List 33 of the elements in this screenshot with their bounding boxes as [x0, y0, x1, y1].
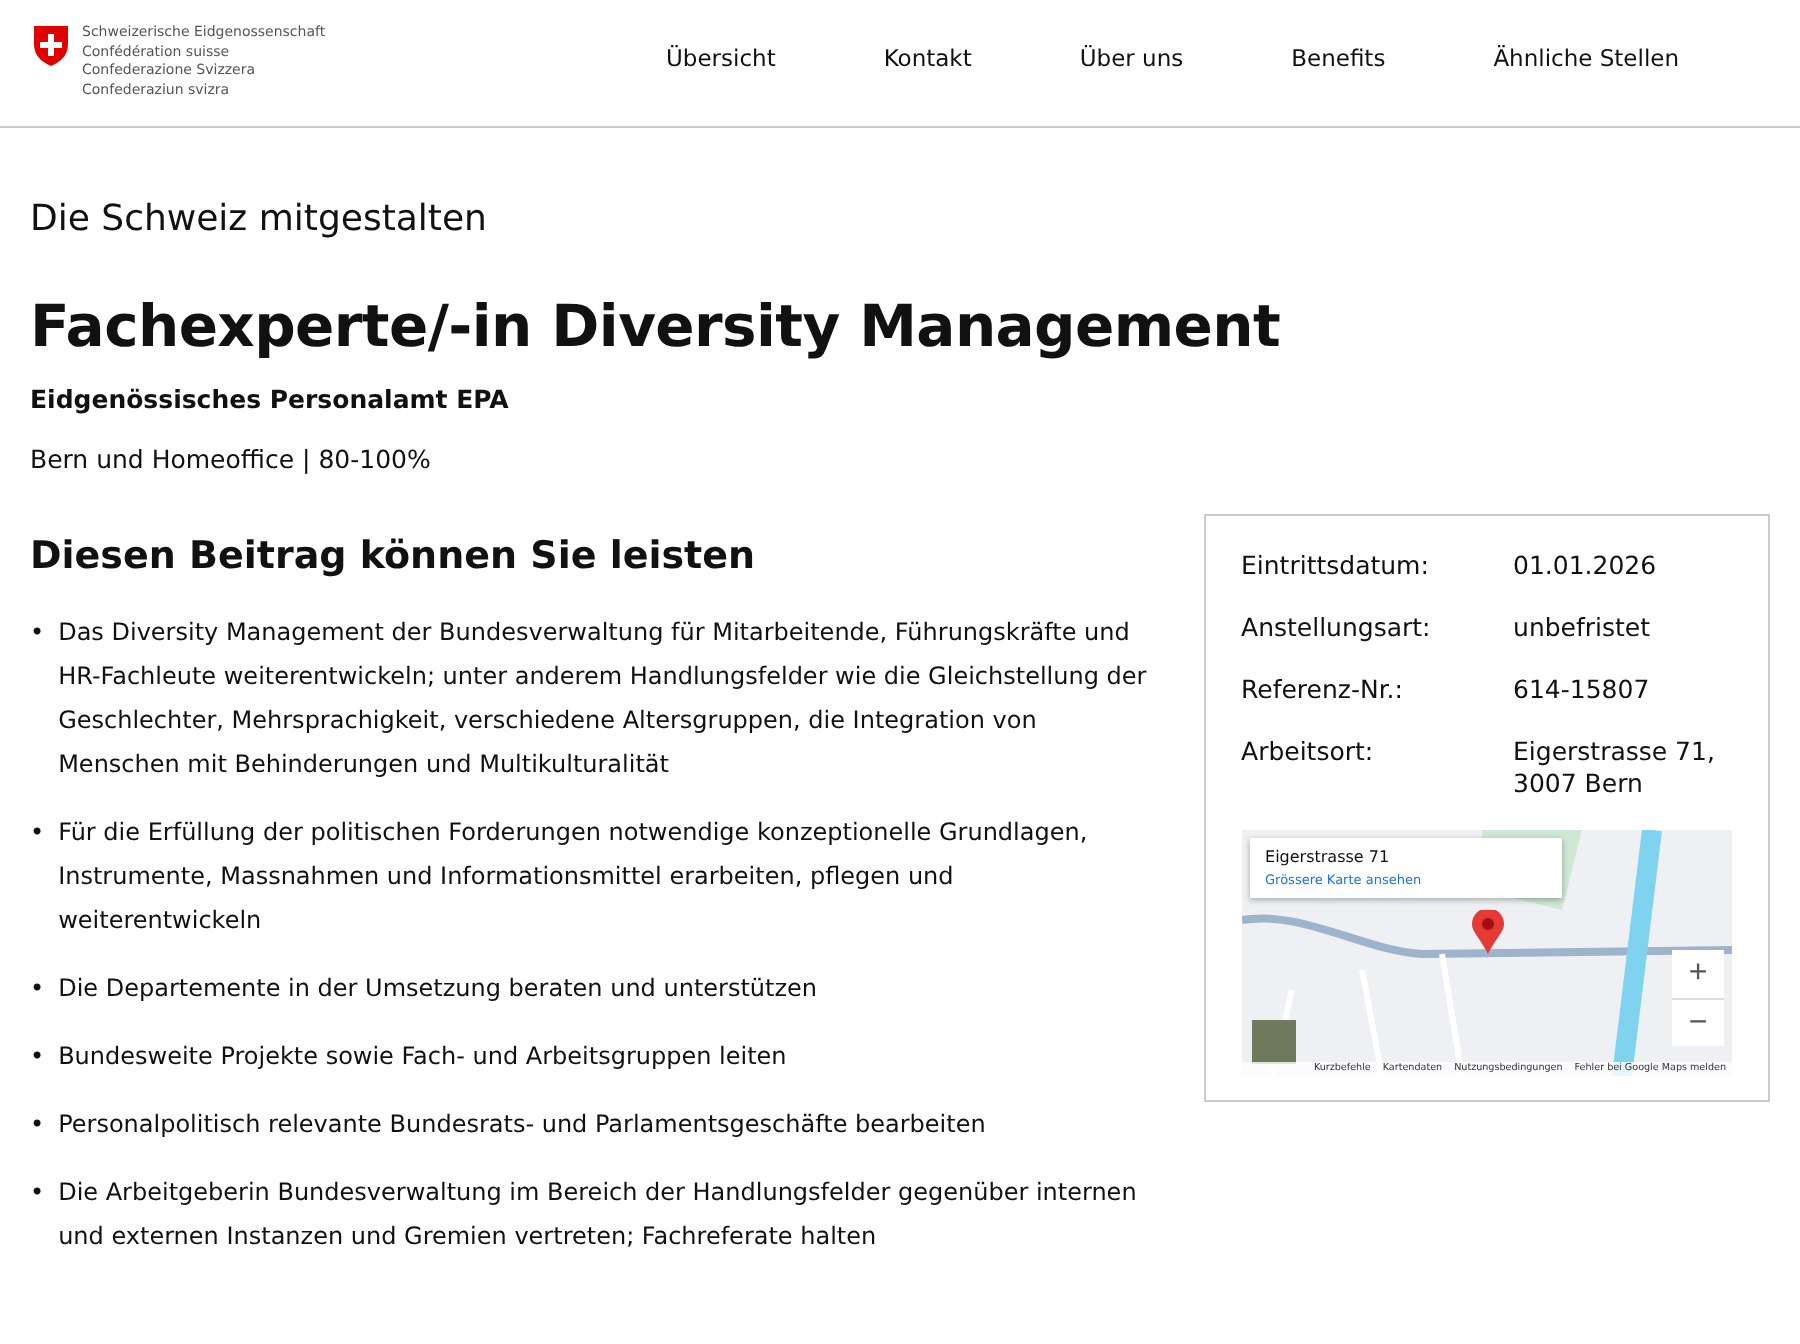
fact-label: Arbeitsort: [1241, 736, 1376, 770]
job-location: Bern und Homeoffice | 80-100% [30, 444, 433, 474]
map-pin-icon [1471, 910, 1504, 954]
fact-label: Anstellungsart: [1241, 612, 1433, 644]
fact-label: Referenz-Nr.: [1241, 674, 1405, 706]
bullet-text: Bundesweite Projekte sowie Fach- und Arbeitsgruppen leiten [58, 1040, 787, 1074]
job-title: Fachexperte/-in Diversity Management [30, 292, 1283, 360]
bullet-marker: • [30, 1108, 45, 1142]
fact-value: Eigerstrasse 71, 3007 Bern [1513, 736, 1717, 800]
employer-name: Eidgenössisches Personalamt EPA [30, 384, 511, 414]
bullet-marker: • [30, 1040, 45, 1074]
section-heading: Diesen Beitrag können Sie leisten [30, 534, 758, 578]
page-kicker: Die Schweiz mitgestalten [30, 198, 489, 240]
fact-value: 614-15807 [1513, 674, 1652, 706]
nav-link[interactable]: Benefits [1237, 44, 1440, 72]
bullet-marker: • [30, 616, 45, 650]
bullet-text: Personalpolitisch relevante Bundesrats- und Parlamentsgeschäfte bearbeiten [58, 1108, 986, 1142]
nav-link[interactable]: Übersicht [612, 44, 830, 72]
nav-link[interactable]: Kontakt [829, 44, 1026, 72]
nav-link[interactable]: Über uns [1025, 44, 1238, 72]
bullet-marker: • [30, 816, 45, 850]
bullet-text: Für die Erfüllung der politischen Forderungen notwendige konzeptionelle Grundlagen, Instrumente, Massnahmen und Informationsmittel erarbeiten, pflegen und weiterentwickeln [58, 816, 1090, 938]
bullet-text: Das Diversity Management der Bundesverwaltung für Mitarbeitende, Führungskräfte und HR-Fachleute weiterentwickeln; unter anderem Handlungsfelder wie die Gleichstellung der Geschlechter, Mehrsprachigkeit, verschiedene Altersgruppen, die Integration von Menschen mit Behinderungen und Multikulturalität [58, 616, 1149, 782]
bullet-marker: • [30, 972, 45, 1006]
swiss-shield-icon [32, 24, 70, 68]
bullet-text: Die Arbeitgeberin Bundesverwaltung im Bereich der Handlungsfelder gegenüber internen und externen Instanzen und Gremien vertreten; Fachreferate halten [58, 1176, 1139, 1254]
map-place-name: Eigerstrasse 71 [1265, 848, 1392, 866]
fact-value: 01.01.2026 [1513, 550, 1659, 582]
nav-link[interactable]: Ähnliche Stellen [1439, 44, 1734, 72]
fact-label: Eintrittsdatum: [1241, 550, 1431, 582]
bullet-marker: • [30, 1176, 45, 1210]
fact-value: unbefristet [1513, 612, 1653, 644]
bullet-text: Die Departemente in der Umsetzung beraten und unterstützen [58, 972, 818, 1006]
